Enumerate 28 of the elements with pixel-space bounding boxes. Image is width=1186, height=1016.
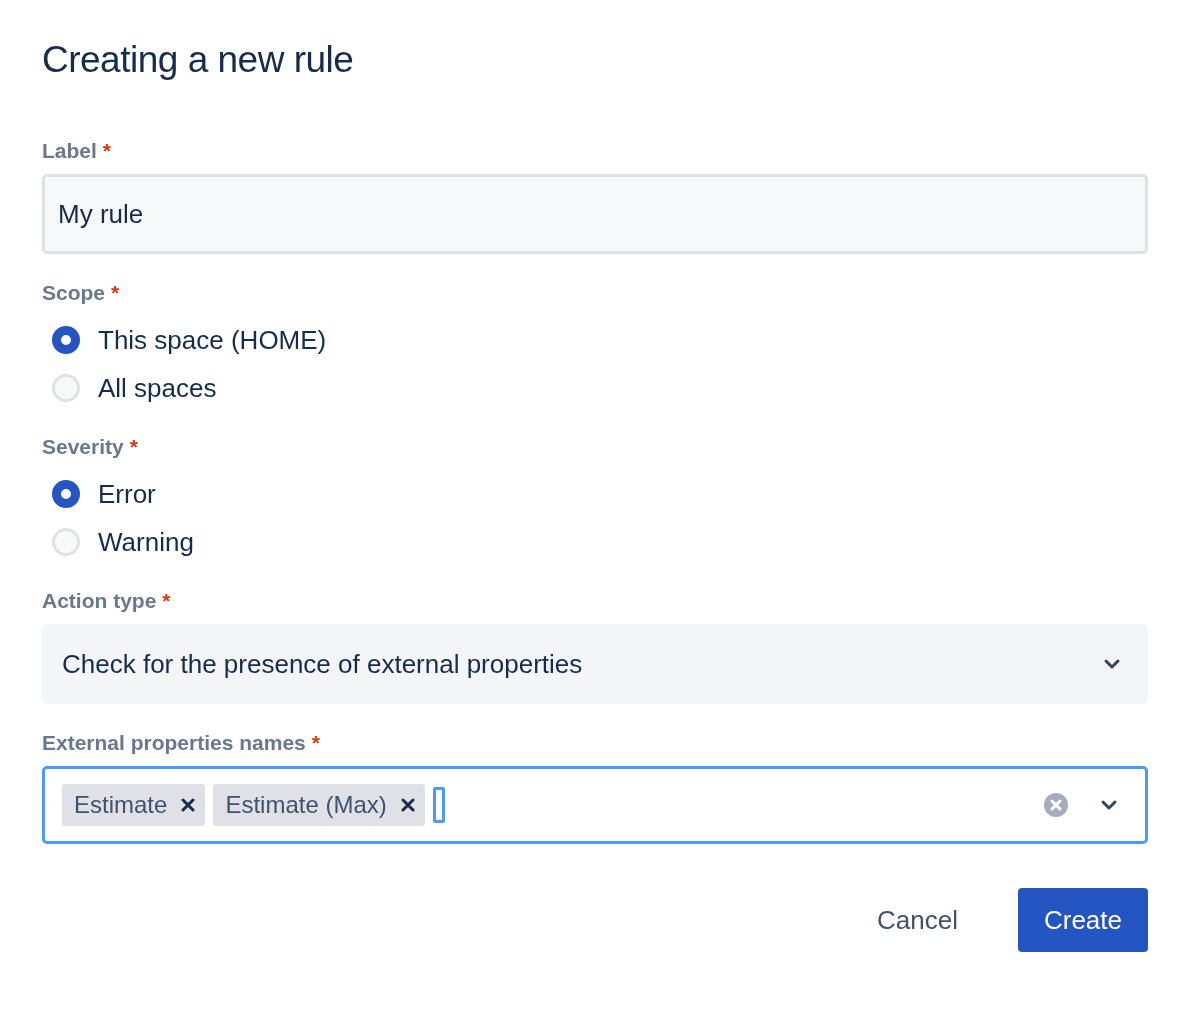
radio-label[interactable]: Warning [98,522,194,562]
remove-icon[interactable] [181,798,196,812]
field-label: Scope [42,280,106,306]
field-label: Label [42,138,97,164]
text-input[interactable]: My rule [42,174,1148,254]
create-button[interactable]: Create [1017,888,1148,952]
cancel-button[interactable]: Cancel [837,888,998,952]
select-value[interactable]: Check for the presence of external properties [62,644,583,684]
tag-label: Estimate (Max) [225,790,387,820]
field-label: Action type [42,588,157,614]
field-label: External properties names [42,730,306,756]
multi-select-field[interactable]: Estimate Estimate (Max) [42,766,1148,844]
radio-button[interactable] [52,480,80,508]
radio-label[interactable]: Error [98,474,156,514]
required-asterisk: * [162,588,171,614]
radio-label[interactable]: All spaces [98,368,217,408]
text-cursor [432,787,445,823]
radio-button[interactable] [52,326,80,354]
field-label: Severity [42,434,124,460]
select-dropdown[interactable]: Check for the presence of external properties [42,624,1148,704]
required-asterisk: * [311,730,320,756]
required-asterisk: * [111,280,120,306]
remove-icon[interactable] [400,798,415,812]
dialog-title: Creating a new rule [42,38,355,82]
radio-label[interactable]: This space (HOME) [98,320,327,360]
required-asterisk: * [102,138,112,164]
tag-label: Estimate [74,790,168,820]
required-asterisk: * [129,434,138,460]
